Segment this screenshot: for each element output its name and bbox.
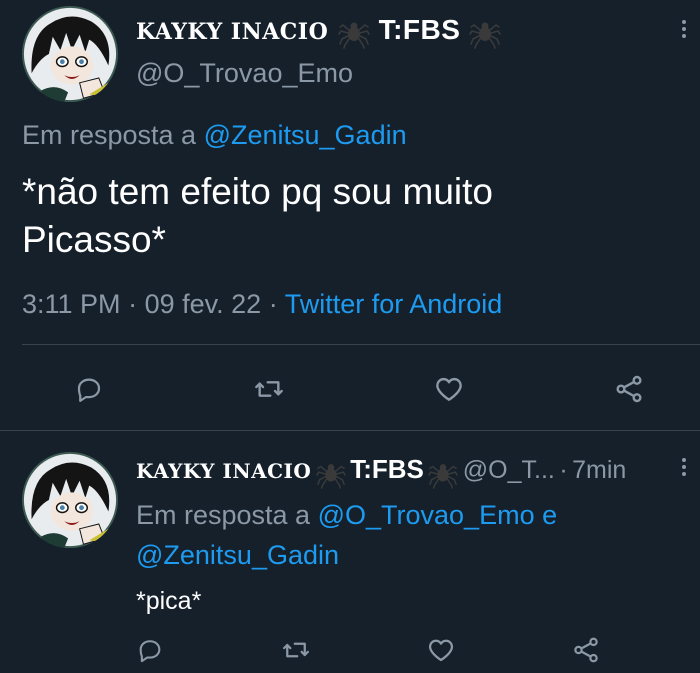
reply-header: KAYKY INACIO T:FBS @O_T... · 7min <box>136 453 626 490</box>
tweet-time: 3:11 PM <box>22 289 121 319</box>
meta-separator: · <box>559 456 568 484</box>
heart-icon <box>436 377 462 401</box>
reply-button[interactable] <box>72 372 106 406</box>
avatar[interactable] <box>22 452 118 548</box>
reply-context: Em resposta a @O_Trovao_Emo e @Zenitsu_G… <box>136 495 616 575</box>
reply-to-link[interactable]: @O_Trovao_Emo <box>318 500 535 530</box>
retweet-button[interactable] <box>279 633 313 667</box>
reply-prefix: Em resposta a <box>136 500 311 530</box>
display-name[interactable]: KAYKY INACIO T:FBS <box>136 16 501 49</box>
tweet-meta: 3:11 PM · 09 fev. 22 · Twitter for Andro… <box>22 287 502 321</box>
spider-emoji-icon <box>338 21 371 49</box>
tweet-date: 09 fev. 22 <box>144 289 262 319</box>
display-name-text: KAYKY INACIO <box>136 19 329 45</box>
reply-conjunction: e <box>542 500 558 530</box>
like-button[interactable] <box>424 633 458 667</box>
divider <box>0 430 700 431</box>
avatar[interactable] <box>22 6 118 102</box>
share-button[interactable] <box>569 633 603 667</box>
reply-to-link[interactable]: @Zenitsu_Gadin <box>204 120 407 150</box>
tweet-text: *pica* <box>136 587 202 615</box>
reply-prefix: Em resposta a <box>22 120 197 150</box>
retweet-button[interactable] <box>252 372 286 406</box>
divider <box>22 344 700 345</box>
more-vertical-icon[interactable] <box>682 458 688 479</box>
spider-emoji-icon <box>428 463 459 489</box>
name-tag: T:FBS <box>378 14 461 45</box>
spider-emoji-icon <box>315 463 346 489</box>
share-icon <box>574 637 598 663</box>
user-handle[interactable]: @O_Trovao_Emo <box>136 56 353 90</box>
meta-separator: · <box>128 289 138 319</box>
reply-context: Em resposta a @Zenitsu_Gadin <box>22 118 407 152</box>
heart-icon <box>428 639 454 662</box>
tweet-source[interactable]: Twitter for Android <box>285 289 503 319</box>
retweet-icon <box>283 642 309 658</box>
tweet-text-line: Picasso* <box>22 219 166 260</box>
reply-icon <box>139 640 161 663</box>
tweet-age: 7min <box>572 456 627 484</box>
tweet-text-line: *não tem efeito pq sou muito <box>22 171 494 212</box>
meta-separator: · <box>268 289 278 319</box>
display-name-text[interactable]: KAYKY INACIO <box>136 459 311 483</box>
reply-to-link[interactable]: @Zenitsu_Gadin <box>136 540 339 570</box>
reply-icon <box>77 378 101 402</box>
spider-emoji-icon <box>468 21 501 49</box>
share-icon <box>616 375 642 403</box>
reply-button[interactable] <box>133 633 167 667</box>
share-button[interactable] <box>612 372 646 406</box>
tweet-text: *não tem efeito pq sou muito Picasso* <box>22 168 493 264</box>
like-button[interactable] <box>432 372 466 406</box>
user-handle[interactable]: @O_T... <box>463 456 555 484</box>
name-tag: T:FBS <box>350 454 424 484</box>
more-vertical-icon[interactable] <box>682 20 688 41</box>
retweet-icon <box>255 381 283 397</box>
